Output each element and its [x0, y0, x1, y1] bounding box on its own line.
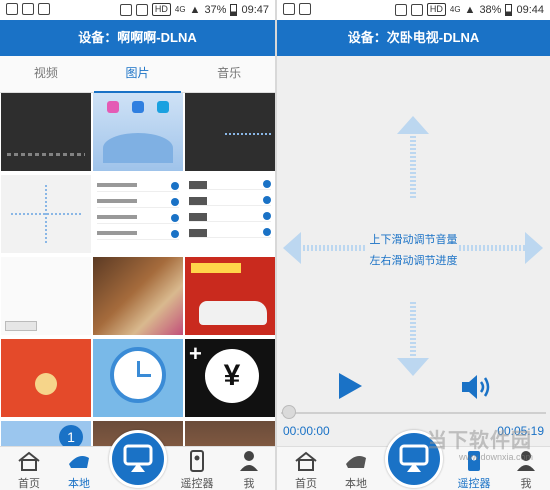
nav-home[interactable]: 首页: [279, 447, 333, 490]
yen-icon: ¥: [205, 349, 259, 403]
message-icon: [38, 3, 50, 15]
progress-hint: 左右滑动调节进度: [369, 255, 458, 267]
photo-thumbnail[interactable]: [1, 257, 91, 335]
mail-icon: [22, 3, 34, 15]
down-arrow-icon: [397, 358, 429, 376]
photo-thumbnail[interactable]: [93, 93, 183, 171]
status-bar: HD 4G ▲ 37% 09:47: [0, 0, 275, 20]
photo-thumbnail[interactable]: [93, 175, 183, 253]
tab-photos[interactable]: 图片: [92, 56, 184, 93]
local-icon: [69, 456, 89, 468]
gesture-pad[interactable]: 上下滑动调节音量 左右滑动调节进度: [277, 90, 550, 390]
signal-icon: ▲: [189, 3, 201, 16]
page-title: 设备：啊啊啊-DLNA: [0, 20, 275, 56]
photo-thumbnail[interactable]: [93, 339, 183, 417]
profile-icon: [240, 451, 258, 471]
mail-icon: [299, 3, 311, 15]
nav-local[interactable]: 本地: [52, 447, 106, 490]
alarm-icon: [135, 3, 148, 16]
nav-remote[interactable]: 遥控器: [170, 447, 224, 490]
photo-thumbnail[interactable]: [93, 257, 183, 335]
battery-percent: 38%: [479, 3, 502, 16]
hd-badge: HD: [426, 3, 446, 16]
photo-thumbnail[interactable]: [1, 339, 91, 417]
hd-badge: HD: [151, 3, 171, 16]
plus-icon: +: [189, 341, 202, 366]
watermark: 当下软件园: [427, 430, 532, 452]
photo-thumbnail[interactable]: [1, 175, 91, 253]
nfc-icon: [119, 3, 132, 16]
up-arrow-icon: [397, 116, 429, 134]
photo-thumbnail[interactable]: [185, 175, 275, 253]
photo-grid: + ¥ 1: [0, 93, 275, 490]
photo-thumbnail[interactable]: [1, 93, 91, 171]
volume-icon[interactable]: [459, 372, 493, 402]
nav-local[interactable]: 本地: [329, 447, 383, 490]
battery-percent: 37%: [204, 3, 227, 16]
alarm-icon: [410, 3, 423, 16]
notification-icon: [283, 3, 295, 15]
battery-icon: [230, 3, 238, 16]
progress-bar[interactable]: [281, 412, 546, 414]
photo-thumbnail[interactable]: [185, 93, 275, 171]
tab-music[interactable]: 音乐: [183, 56, 275, 92]
photo-thumbnail[interactable]: + ¥: [185, 339, 275, 417]
home-icon: [18, 451, 40, 471]
current-time: 00:00:00: [283, 424, 330, 438]
nav-home[interactable]: 首页: [2, 447, 56, 490]
screen-cast-icon: [123, 444, 153, 472]
media-tabs: 视频 图片 音乐: [0, 56, 275, 93]
nav-profile[interactable]: 我: [222, 447, 275, 490]
cast-button[interactable]: [109, 430, 167, 488]
battery-icon: [505, 3, 513, 16]
network-label: 4G: [449, 5, 461, 14]
right-phone-screen: HD 4G ▲ 38% 09:44 设备：次卧电视-DLNA 上下滑动调节音量: [277, 0, 550, 490]
signal-icon: ▲: [464, 3, 476, 16]
progress-knob[interactable]: [282, 405, 296, 419]
clock: 09:47: [241, 3, 269, 16]
network-label: 4G: [174, 5, 186, 14]
tab-video[interactable]: 视频: [0, 56, 92, 92]
clock: 09:44: [516, 3, 544, 16]
home-icon: [295, 451, 317, 471]
watermark-url: www.downxia.com: [459, 452, 534, 462]
play-icon[interactable]: [335, 370, 365, 402]
photo-thumbnail[interactable]: [185, 257, 275, 335]
notification-icon: [6, 3, 18, 15]
local-icon: [346, 456, 366, 468]
nfc-icon: [394, 3, 407, 16]
status-bar: HD 4G ▲ 38% 09:44: [277, 0, 550, 20]
left-phone-screen: HD 4G ▲ 37% 09:47 设备：啊啊啊-DLNA 视频 图片 音乐 +…: [0, 0, 275, 490]
volume-hint: 上下滑动调节音量: [369, 234, 458, 246]
remote-icon: [190, 450, 204, 472]
page-title: 设备：次卧电视-DLNA: [277, 20, 550, 56]
